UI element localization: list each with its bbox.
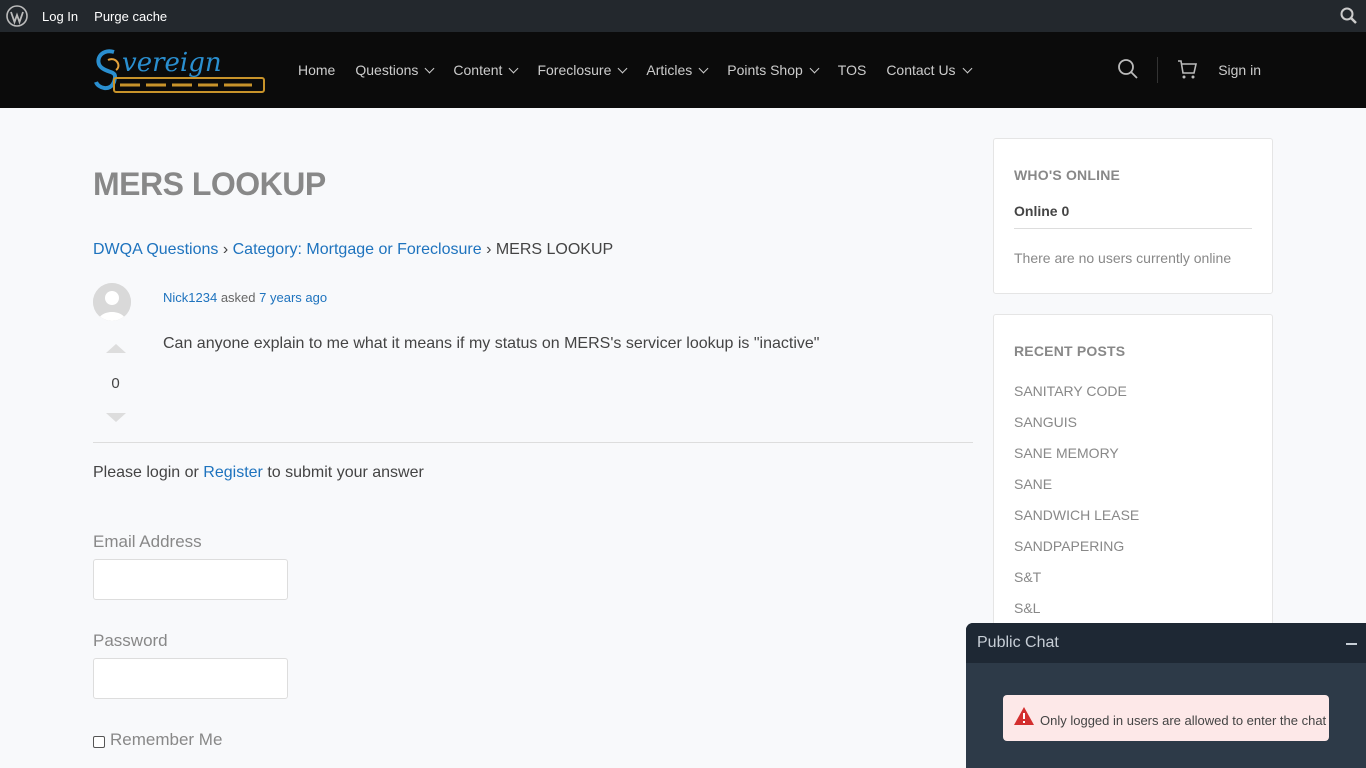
admin-login-link[interactable]: Log In — [34, 0, 86, 32]
nav-questions[interactable]: Questions — [345, 62, 443, 78]
nav-points-shop[interactable]: Points Shop — [717, 62, 828, 78]
chevron-down-icon — [509, 63, 519, 73]
email-field[interactable] — [93, 559, 288, 600]
password-field[interactable] — [93, 658, 288, 699]
recent-post-link[interactable]: SANE MEMORY — [1014, 445, 1119, 461]
answer-login-message: Please login or Register to submit your … — [93, 464, 424, 482]
search-icon[interactable] — [1117, 58, 1139, 83]
recent-post-link[interactable]: SANITARY CODE — [1014, 383, 1127, 399]
breadcrumb: DWQA Questions › Category: Mortgage or F… — [93, 241, 613, 259]
page-title: MERS LOOKUP — [93, 166, 326, 202]
recent-posts-widget: RECENT POSTS SANITARY CODE SANGUIS SANE … — [993, 314, 1273, 644]
asked-label: asked — [220, 290, 256, 305]
whos-online-widget: WHO'S ONLINE Online 0 There are no users… — [993, 138, 1273, 294]
site-logo[interactable]: vereign — [92, 40, 268, 100]
password-label: Password — [93, 631, 168, 650]
cart-icon[interactable] — [1176, 58, 1198, 83]
author-link[interactable]: Nick1234 — [163, 290, 217, 305]
warning-icon — [1013, 706, 1035, 731]
online-count: Online 0 — [1014, 203, 1070, 219]
chevron-down-icon — [809, 63, 820, 73]
remember-me-checkbox[interactable] — [93, 736, 105, 748]
nav-points-shop-label: Points Shop — [727, 62, 803, 78]
register-link[interactable]: Register — [203, 464, 263, 481]
sign-in-link[interactable]: Sign in — [1218, 62, 1261, 78]
public-chat-panel: Public Chat Only logged in users are all… — [966, 623, 1366, 768]
header-divider — [1157, 57, 1159, 83]
admin-search-icon[interactable] — [1340, 7, 1358, 28]
vote-up-icon[interactable] — [106, 344, 126, 353]
chat-header[interactable]: Public Chat — [966, 623, 1366, 663]
recent-post-link[interactable]: S&L — [1014, 600, 1040, 616]
chevron-down-icon — [698, 63, 709, 73]
nav-tos-label: TOS — [837, 62, 867, 78]
nav-home-label: Home — [298, 62, 336, 78]
breadcrumb-root-link[interactable]: DWQA Questions — [93, 241, 218, 258]
nav-contact-us[interactable]: Contact Us — [876, 62, 980, 78]
recent-post-link[interactable]: SANE — [1014, 476, 1052, 492]
recent-posts-heading: RECENT POSTS — [1014, 343, 1126, 359]
breadcrumb-category-link[interactable]: Category: Mortgage or Foreclosure — [233, 241, 482, 258]
email-label: Email Address — [93, 532, 202, 551]
minimize-icon[interactable] — [1346, 643, 1357, 645]
nav-home[interactable]: Home — [288, 62, 345, 78]
chat-alert-text: Only logged in users are allowed to ente… — [1040, 713, 1327, 728]
breadcrumb-separator: › — [222, 241, 229, 258]
recent-post-link[interactable]: S&T — [1014, 569, 1041, 585]
recent-post-link[interactable]: SANDWICH LEASE — [1014, 507, 1139, 523]
online-divider — [1014, 228, 1252, 229]
recent-post-link[interactable]: SANDPAPERING — [1014, 538, 1124, 554]
question-time-link[interactable]: 7 years ago — [259, 290, 327, 305]
nav-content-label: Content — [453, 62, 503, 78]
nav-contact-us-label: Contact Us — [886, 62, 956, 78]
vote-down-icon[interactable] — [106, 413, 126, 422]
question-meta: Nick1234 asked 7 years ago — [163, 290, 327, 305]
nav-foreclosure[interactable]: Foreclosure — [527, 62, 636, 78]
main-nav: Home Questions Content Foreclosure Artic… — [288, 32, 981, 108]
breadcrumb-separator: › — [486, 241, 492, 258]
nav-articles-label: Articles — [646, 62, 693, 78]
content-divider — [93, 442, 973, 443]
logo-wordmark: vereign — [122, 48, 222, 78]
login-suffix: to submit your answer — [267, 464, 424, 481]
nav-tos[interactable]: TOS — [828, 62, 877, 78]
chat-title: Public Chat — [977, 634, 1059, 651]
chat-alert: Only logged in users are allowed to ente… — [1003, 695, 1329, 741]
admin-bar: Log In Purge cache — [0, 0, 1366, 32]
wordpress-logo-icon[interactable] — [0, 0, 34, 32]
nav-content[interactable]: Content — [443, 62, 527, 78]
chevron-down-icon — [962, 63, 973, 73]
vote-count: 0 — [111, 375, 120, 392]
header-actions: Sign in — [1117, 32, 1261, 108]
online-empty-message: There are no users currently online — [1014, 250, 1232, 266]
recent-post-link[interactable]: SANGUIS — [1014, 414, 1077, 430]
login-prefix: Please login or — [93, 464, 199, 481]
whos-online-heading: WHO'S ONLINE — [1014, 167, 1121, 183]
chevron-down-icon — [424, 63, 435, 73]
avatar[interactable] — [93, 283, 131, 321]
nav-foreclosure-label: Foreclosure — [537, 62, 612, 78]
remember-me-label: Remember Me — [110, 730, 223, 749]
remember-me-row: Remember Me — [93, 730, 222, 750]
nav-questions-label: Questions — [355, 62, 419, 78]
site-header: vereign Home Questions Content Foreclosu… — [0, 32, 1366, 108]
purge-cache-link[interactable]: Purge cache — [86, 0, 175, 32]
question-body: Can anyone explain to me what it means i… — [163, 335, 820, 352]
nav-articles[interactable]: Articles — [636, 62, 717, 78]
breadcrumb-current: MERS LOOKUP — [495, 241, 614, 258]
chevron-down-icon — [617, 63, 628, 73]
